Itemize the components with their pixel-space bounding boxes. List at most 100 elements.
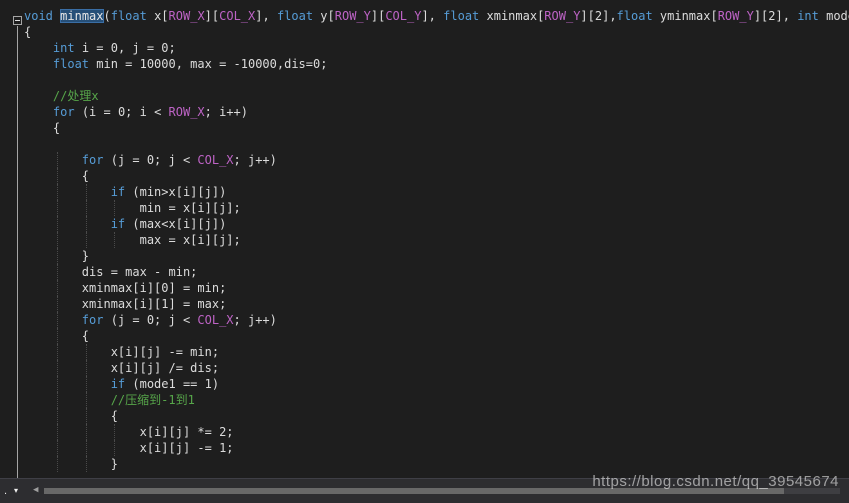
code-line[interactable]: if (min>x[i][j]) [24, 184, 849, 200]
macro-token: COL_X [197, 313, 234, 327]
code-token: x[i][j] *= 2; [24, 425, 234, 439]
code-token: xminmax[ [479, 9, 545, 23]
code-line[interactable]: float min = 10000, max = -10000,dis=0; [24, 56, 849, 72]
code-token: min = 10000, max = -10000,dis=0; [89, 57, 328, 71]
code-line[interactable]: } [24, 456, 849, 472]
macro-token: ROW_Y [334, 9, 371, 23]
keyword-token: if [110, 377, 126, 391]
indent-guide [114, 440, 116, 456]
indent-guide [56, 408, 58, 424]
code-token: y[ [313, 9, 335, 23]
macro-token: ROW_X [168, 9, 205, 23]
code-lines: void minmax(float x[ROW_X][COL_X], float… [24, 8, 849, 472]
code-line[interactable]: if (mode1 == 1) [24, 376, 849, 392]
code-token: (min>x[i][j]) [125, 185, 227, 199]
keyword-token: float [616, 9, 653, 23]
keyword-token: int [52, 41, 75, 55]
code-token: ][2], [580, 9, 617, 23]
indent-guide [85, 376, 87, 392]
code-line[interactable]: { [24, 120, 849, 136]
keyword-token: if [110, 185, 126, 199]
indent-guide [56, 440, 58, 456]
indent-guide [85, 200, 87, 216]
watermark-text: https://blog.csdn.net/qq_39545674 [592, 473, 839, 490]
indent-guide [56, 152, 58, 168]
code-line[interactable]: x[i][j] -= min; [24, 344, 849, 360]
zoom-label: . [4, 485, 8, 497]
code-line[interactable]: int i = 0, j = 0; [24, 40, 849, 56]
indent-guide [56, 312, 58, 328]
macro-token: COL_X [197, 153, 234, 167]
code-line[interactable]: { [24, 168, 849, 184]
code-line[interactable]: max = x[i][j]; [24, 232, 849, 248]
code-line[interactable]: { [24, 328, 849, 344]
zoom-dropdown[interactable]: . ▾ [0, 483, 28, 499]
macro-token: ROW_X [168, 105, 205, 119]
macro-token: COL_X [219, 9, 256, 23]
code-token: ( [103, 9, 111, 23]
indent-guide [56, 248, 58, 264]
code-token: i = 0, j = 0; [74, 41, 176, 55]
code-editor[interactable]: void minmax(float x[ROW_X][COL_X], float… [0, 0, 849, 478]
indent-guide [56, 200, 58, 216]
indent-guide [85, 184, 87, 200]
keyword-token: float [52, 57, 90, 71]
indent-guide [85, 216, 87, 232]
keyword-token: float [276, 9, 314, 23]
code-line[interactable]: //处理x [24, 88, 849, 104]
indent-guide [85, 440, 87, 456]
code-line[interactable] [24, 72, 849, 88]
code-line[interactable]: for (j = 0; j < COL_X; j++) [24, 152, 849, 168]
comment-token: //处理x [52, 89, 99, 103]
code-line[interactable]: dis = max - min; [24, 264, 849, 280]
code-token: (mode1 == 1) [125, 377, 220, 391]
code-line[interactable]: } [24, 248, 849, 264]
code-token: x[i][j] -= min; [24, 345, 220, 359]
code-token: ][ [204, 9, 220, 23]
code-line[interactable]: for (j = 0; j < COL_X; j++) [24, 312, 849, 328]
code-token: } [24, 457, 118, 471]
indent-guide [85, 232, 87, 248]
code-line[interactable]: for (i = 0; i < ROW_X; i++) [24, 104, 849, 120]
code-token: xminmax[i][0] = min; [24, 281, 227, 295]
code-line[interactable]: x[i][j] *= 2; [24, 424, 849, 440]
macro-token: ROW_Y [717, 9, 754, 23]
code-token: x[i][j] /= dis; [24, 361, 220, 375]
highlighted-identifier: minmax [60, 9, 104, 23]
code-line[interactable] [24, 136, 849, 152]
code-line[interactable]: xminmax[i][0] = min; [24, 280, 849, 296]
code-line[interactable]: x[i][j] /= dis; [24, 360, 849, 376]
code-token: ; j++) [233, 153, 277, 167]
collapse-icon[interactable] [13, 16, 22, 25]
code-line[interactable]: if (max<x[i][j]) [24, 216, 849, 232]
code-token: x[ [146, 9, 169, 23]
indent-guide [114, 424, 116, 440]
indent-guide [56, 296, 58, 312]
keyword-token: for [81, 313, 104, 327]
code-line[interactable]: min = x[i][j]; [24, 200, 849, 216]
scroll-left-icon[interactable]: ◀ [33, 485, 38, 495]
code-line[interactable]: { [24, 408, 849, 424]
indent-guide [114, 200, 116, 216]
code-line[interactable]: x[i][j] -= 1; [24, 440, 849, 456]
code-token: ][ [370, 9, 386, 23]
keyword-token: float [110, 9, 147, 23]
indent-guide [85, 424, 87, 440]
indent-guide [85, 408, 87, 424]
code-line[interactable]: xminmax[i][1] = max; [24, 296, 849, 312]
code-line[interactable]: void minmax(float x[ROW_X][COL_X], float… [24, 8, 849, 24]
indent-guide [114, 232, 116, 248]
indent-guide [56, 424, 58, 440]
code-line[interactable]: //压缩到-1到1 [24, 392, 849, 408]
indent-guide [56, 392, 58, 408]
chevron-down-icon: ▾ [14, 486, 19, 495]
indent-guide [56, 344, 58, 360]
indent-guide [56, 456, 58, 472]
code-line[interactable]: { [24, 24, 849, 40]
